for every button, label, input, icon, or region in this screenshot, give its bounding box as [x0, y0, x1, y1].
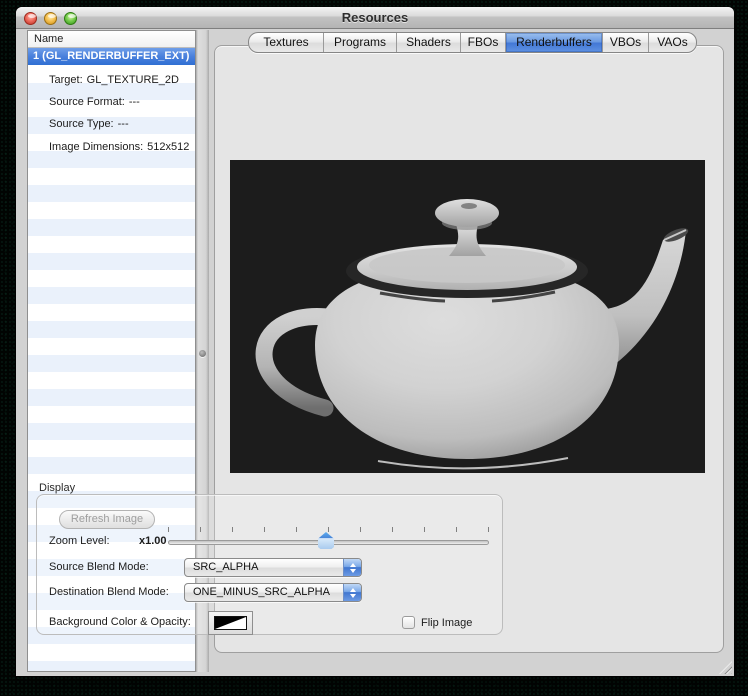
tab-renderbuffers[interactable]: Renderbuffers	[505, 33, 602, 52]
tab-textures[interactable]: Textures	[249, 33, 323, 52]
splitter-dimple-icon	[199, 350, 206, 357]
source-blend-select[interactable]: SRC_ALPHA	[184, 558, 362, 577]
teapot-render	[230, 160, 705, 473]
source-blend-value: SRC_ALPHA	[193, 561, 258, 573]
source-type-value: ---	[118, 118, 129, 130]
source-format-value: ---	[129, 96, 140, 108]
display-group-label: Display	[39, 482, 75, 494]
color-opacity-swatch-icon	[214, 616, 247, 630]
desktop-background: Resources Name 1 (GL_RENDERBUFFER_EXT) T…	[0, 0, 748, 696]
color-well[interactable]	[208, 611, 253, 635]
popup-arrows-icon	[343, 559, 361, 576]
tab-vaos[interactable]: VAOs	[648, 33, 696, 52]
target-label: Target:	[49, 74, 83, 86]
zoom-level-label: Zoom Level:	[49, 535, 110, 547]
source-type-line: Source Type: ---	[49, 118, 129, 130]
tab-programs[interactable]: Programs	[323, 33, 396, 52]
tab-vbos[interactable]: VBOs	[602, 33, 648, 52]
image-dimensions-line: Image Dimensions: 512x512	[49, 141, 189, 153]
image-dimensions-label: Image Dimensions:	[49, 141, 143, 153]
flip-image-checkbox[interactable]	[402, 616, 415, 629]
window-title: Resources	[16, 10, 734, 25]
list-item-renderbuffer[interactable]: 1 (GL_RENDERBUFFER_EXT)	[28, 48, 195, 65]
image-dimensions-value: 512x512	[147, 141, 189, 153]
zoom-level-value: x1.00	[139, 535, 167, 547]
texture-preview-image	[230, 160, 705, 473]
resources-window: Resources Name 1 (GL_RENDERBUFFER_EXT) T…	[16, 7, 734, 676]
dest-blend-label: Destination Blend Mode:	[49, 586, 169, 598]
tab-shaders[interactable]: Shaders	[396, 33, 460, 52]
resize-grip-icon[interactable]	[719, 661, 732, 674]
dest-blend-value: ONE_MINUS_SRC_ALPHA	[193, 586, 330, 598]
name-column-header[interactable]: Name	[28, 31, 195, 48]
refresh-image-button[interactable]: Refresh Image	[59, 510, 155, 529]
slider-thumb-icon[interactable]	[318, 532, 334, 549]
target-value: GL_TEXTURE_2D	[87, 74, 179, 86]
slider-ticks	[168, 527, 489, 532]
source-format-label: Source Format:	[49, 96, 125, 108]
display-groupbox: Refresh Image Zoom Level: x1.00 Source B…	[36, 494, 503, 635]
flip-image-label: Flip Image	[421, 617, 472, 629]
window-titlebar[interactable]: Resources	[16, 7, 734, 29]
source-type-label: Source Type:	[49, 118, 114, 130]
tab-fbos[interactable]: FBOs	[460, 33, 505, 52]
tab-bar: Textures Programs Shaders FBOs Renderbuf…	[248, 32, 697, 53]
source-format-line: Source Format: ---	[49, 96, 140, 108]
popup-arrows-icon	[343, 584, 361, 601]
target-line: Target: GL_TEXTURE_2D	[49, 74, 179, 86]
dest-blend-select[interactable]: ONE_MINUS_SRC_ALPHA	[184, 583, 362, 602]
source-blend-label: Source Blend Mode:	[49, 561, 149, 573]
background-color-label: Background Color & Opacity:	[49, 616, 191, 628]
